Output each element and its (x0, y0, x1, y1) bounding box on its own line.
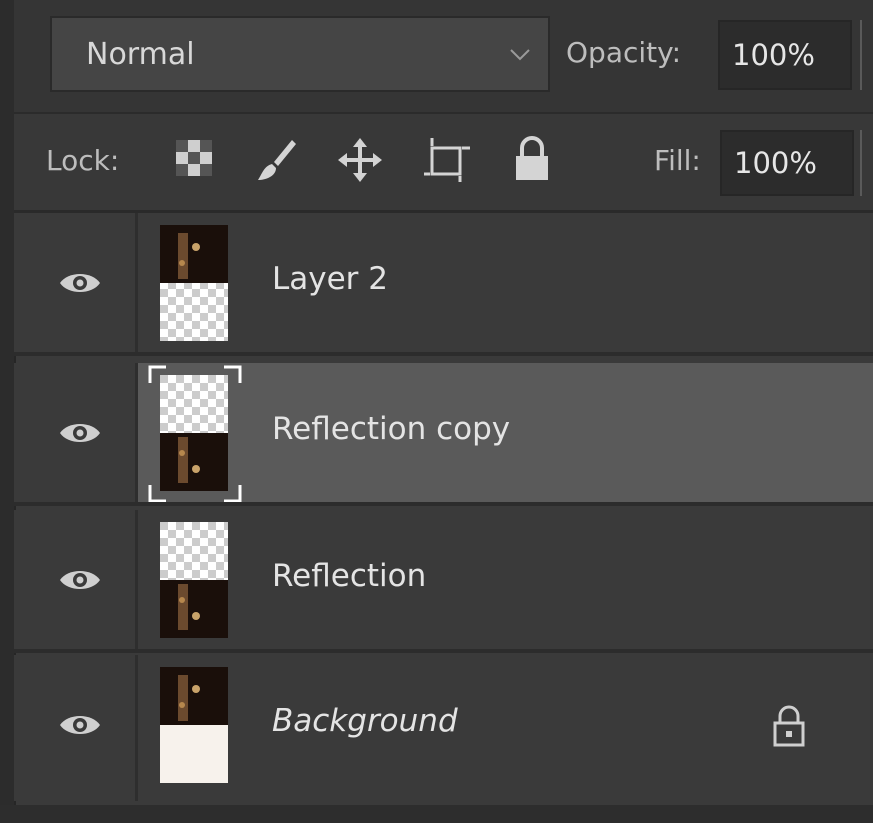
layer-row-background[interactable]: Background (14, 655, 873, 801)
lock-artboard-icon[interactable] (422, 136, 472, 184)
row-divider (14, 502, 873, 506)
layer-name[interactable]: Background (272, 703, 458, 739)
fill-stepper-edge[interactable] (860, 130, 862, 196)
chevron-down-icon (510, 49, 530, 61)
row-divider (14, 352, 873, 356)
opacity-field[interactable]: 100% (718, 20, 852, 90)
panel-bottom-edge (0, 805, 873, 823)
layer-row-reflection-copy[interactable]: Reflection copy (14, 363, 873, 506)
layer-thumbnail[interactable] (160, 522, 228, 638)
layer-thumbnail[interactable] (160, 375, 228, 491)
lock-label: Lock: (46, 144, 120, 177)
lock-position-icon[interactable] (336, 136, 384, 184)
layer-name[interactable]: Layer 2 (272, 261, 388, 297)
lock-fill-bar: Lock: Fill: 100% (14, 114, 873, 213)
fill-value: 100% (734, 146, 817, 180)
lock-transparent-pixels-icon[interactable] (174, 138, 214, 178)
opacity-label[interactable]: Opacity: (566, 36, 681, 69)
eye-icon[interactable] (58, 711, 102, 739)
visibility-column (14, 510, 138, 653)
fill-field[interactable]: 100% (720, 130, 854, 196)
layers-panel: Normal Opacity: 100% Lock: Fill: 100% La… (0, 0, 873, 823)
opacity-value: 100% (732, 38, 815, 72)
layer-name[interactable]: Reflection copy (272, 411, 510, 447)
row-divider (14, 649, 873, 653)
fill-label[interactable]: Fill: (654, 144, 701, 177)
visibility-column (14, 363, 138, 506)
layer-name[interactable]: Reflection (272, 558, 426, 594)
blend-opacity-bar: Normal Opacity: 100% (14, 0, 873, 114)
eye-icon[interactable] (58, 269, 102, 297)
layer-lock-icon[interactable] (772, 705, 806, 747)
visibility-column (14, 655, 138, 801)
lock-all-icon[interactable] (512, 134, 552, 184)
visibility-column (14, 213, 138, 356)
eye-icon[interactable] (58, 419, 102, 447)
layer-thumbnail[interactable] (160, 667, 228, 783)
lock-image-pixels-icon[interactable] (252, 136, 300, 184)
layer-row-reflection[interactable]: Reflection (14, 510, 873, 653)
layer-row-layer-2[interactable]: Layer 2 (14, 213, 873, 356)
opacity-stepper-edge[interactable] (860, 20, 862, 90)
blend-mode-value: Normal (86, 36, 195, 72)
eye-icon[interactable] (58, 566, 102, 594)
blend-mode-dropdown[interactable]: Normal (50, 16, 550, 92)
layer-thumbnail[interactable] (160, 225, 228, 341)
